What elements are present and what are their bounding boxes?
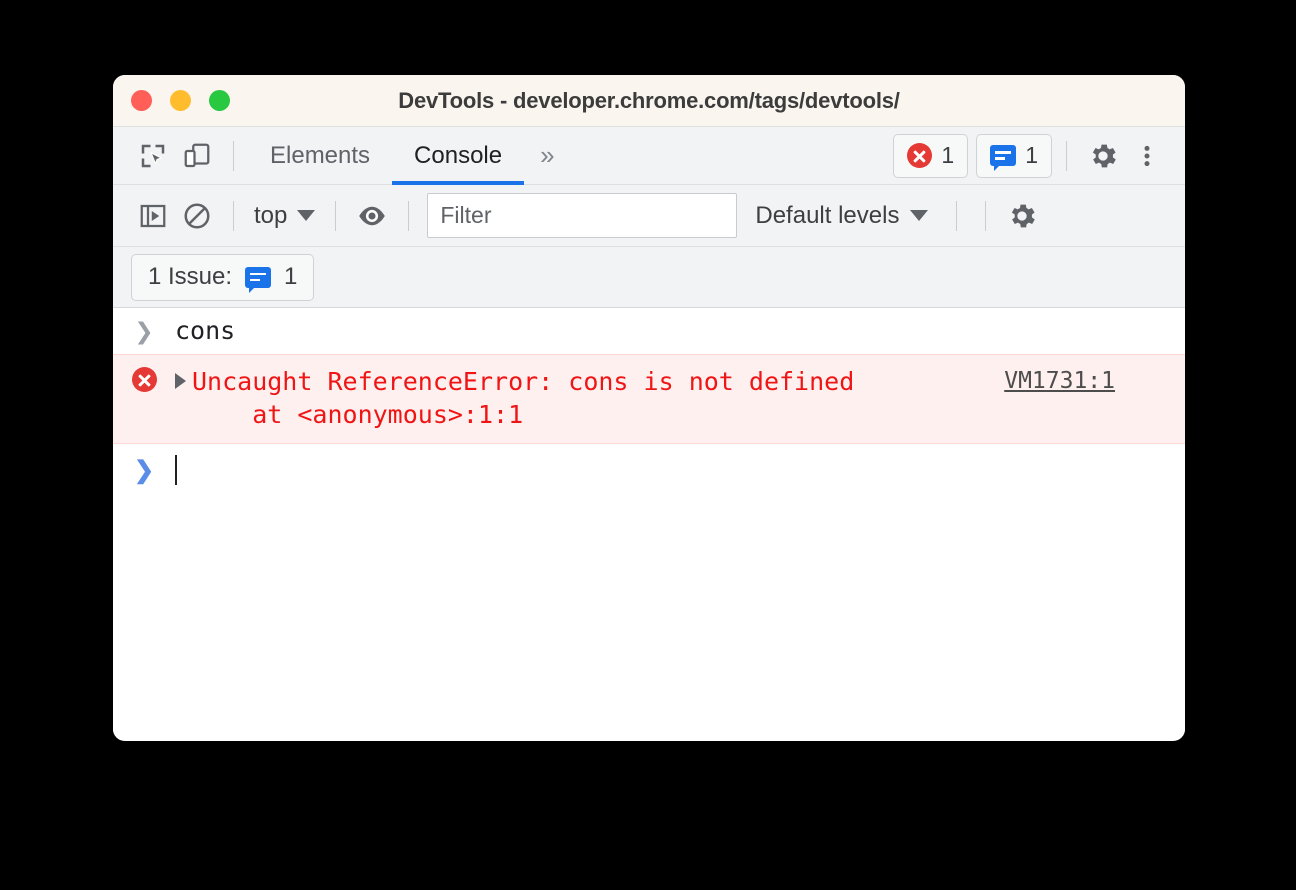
log-levels-selector[interactable]: Default levels bbox=[741, 202, 942, 230]
more-tabs-icon[interactable]: » bbox=[524, 140, 570, 171]
tab-console[interactable]: Console bbox=[392, 127, 525, 185]
window-title: DevTools - developer.chrome.com/tags/dev… bbox=[398, 87, 900, 113]
error-message-text: Uncaught ReferenceError: cons is not def… bbox=[192, 367, 855, 429]
execution-context-label: top bbox=[254, 201, 288, 229]
console-prompt[interactable]: ❯ bbox=[113, 444, 1185, 493]
error-gutter bbox=[113, 365, 175, 392]
console-message-list[interactable]: ❯ cons Uncaught ReferenceError: cons is … bbox=[113, 308, 1185, 740]
console-error-message[interactable]: Uncaught ReferenceError: cons is not def… bbox=[113, 354, 1185, 444]
error-count-button[interactable]: 1 bbox=[893, 133, 969, 178]
issues-bar: 1 Issue: 1 bbox=[113, 246, 1185, 308]
devtools-main-toolbar: Elements Console » 1 1 bbox=[113, 126, 1185, 185]
tab-console-label: Console bbox=[414, 141, 503, 169]
maximize-window-button[interactable] bbox=[209, 90, 230, 111]
inspect-element-icon[interactable] bbox=[131, 136, 175, 176]
error-source-link[interactable]: VM1731:1 bbox=[1004, 368, 1115, 394]
issue-message-icon bbox=[245, 266, 272, 293]
more-tabs-label: » bbox=[540, 140, 555, 170]
tab-elements[interactable]: Elements bbox=[248, 127, 392, 185]
console-toolbar-separator-3 bbox=[408, 200, 410, 231]
execution-context-selector[interactable]: top bbox=[248, 202, 321, 230]
issues-count-label: 1 bbox=[284, 263, 298, 290]
console-input-text: cons bbox=[175, 316, 236, 345]
filter-placeholder: Filter bbox=[440, 202, 492, 228]
error-content: Uncaught ReferenceError: cons is not def… bbox=[175, 365, 1185, 431]
console-input-entry[interactable]: ❯ cons bbox=[113, 308, 1185, 354]
console-toolbar-separator-2 bbox=[335, 200, 337, 231]
clear-console-icon[interactable] bbox=[175, 196, 219, 236]
entry-gutter: ❯ bbox=[113, 316, 175, 345]
chevron-down-icon bbox=[910, 210, 929, 221]
window-titlebar: DevTools - developer.chrome.com/tags/dev… bbox=[113, 75, 1185, 126]
devtools-window: DevTools - developer.chrome.com/tags/dev… bbox=[113, 75, 1185, 741]
log-levels-label: Default levels bbox=[755, 201, 900, 229]
device-toolbar-icon[interactable] bbox=[175, 136, 219, 176]
chevron-down-icon bbox=[297, 210, 316, 221]
issue-count-label: 1 bbox=[1025, 142, 1038, 168]
text-cursor bbox=[175, 454, 177, 485]
issue-count-button[interactable]: 1 bbox=[976, 133, 1052, 178]
three-dot-menu-icon[interactable] bbox=[1125, 136, 1169, 176]
expand-triangle-icon[interactable] bbox=[175, 373, 186, 389]
issues-button[interactable]: 1 Issue: 1 bbox=[131, 253, 315, 301]
screenshot-root: DevTools - developer.chrome.com/tags/dev… bbox=[0, 0, 1296, 890]
toolbar-separator-right bbox=[1066, 140, 1067, 171]
console-settings-gear-icon[interactable] bbox=[1000, 196, 1044, 236]
issue-message-icon bbox=[990, 145, 1017, 171]
chevron-right-icon: ❯ bbox=[134, 318, 154, 344]
error-circle-x-icon bbox=[907, 143, 933, 168]
console-toolbar-separator-1 bbox=[233, 200, 234, 231]
gear-icon[interactable] bbox=[1081, 136, 1125, 176]
issues-label: 1 Issue: bbox=[148, 263, 233, 290]
toolbar-separator bbox=[233, 140, 234, 171]
console-toolbar: top Filter Default levels bbox=[113, 184, 1185, 246]
console-toolbar-separator-4 bbox=[956, 200, 958, 231]
close-window-button[interactable] bbox=[131, 90, 152, 111]
traffic-light-group bbox=[113, 90, 230, 111]
console-toolbar-separator-5 bbox=[985, 200, 987, 231]
console-sidebar-icon[interactable] bbox=[131, 196, 175, 236]
prompt-gutter: ❯ bbox=[113, 454, 175, 485]
prompt-chevron-icon: ❯ bbox=[133, 457, 155, 484]
minimize-window-button[interactable] bbox=[170, 90, 191, 111]
panel-tabs: Elements Console bbox=[248, 127, 525, 185]
error-count-label: 1 bbox=[941, 142, 955, 168]
filter-input[interactable]: Filter bbox=[427, 193, 738, 238]
live-expression-eye-icon[interactable] bbox=[350, 196, 394, 236]
error-circle-x-icon bbox=[131, 367, 157, 392]
tab-elements-label: Elements bbox=[270, 141, 371, 169]
